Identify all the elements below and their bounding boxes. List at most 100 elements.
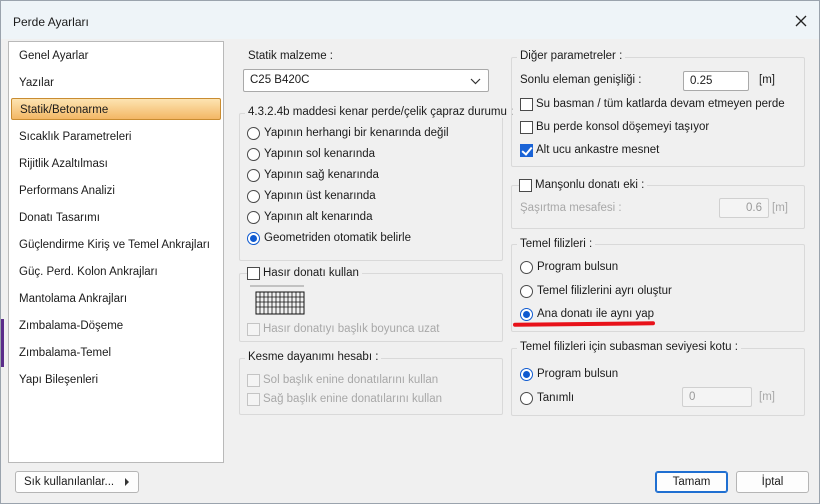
radio-label: Yapının alt kenarında <box>264 211 373 223</box>
sasirtma-input[interactable]: 0.6 <box>719 198 769 218</box>
radio-indicator <box>520 260 533 274</box>
sonlu-eleman-input[interactable]: 0.25 <box>683 71 749 91</box>
window-title: Perde Ayarları <box>13 15 89 29</box>
checkbox-label: Hasır donatı kullan <box>263 267 359 279</box>
radio-label: Yapının üst kenarında <box>264 190 376 202</box>
checkbox-label: Bu perde konsol döşemeyi taşıyor <box>536 121 710 133</box>
checkbox-indicator <box>247 266 260 280</box>
checkbox-indicator <box>520 120 533 134</box>
radio-indicator <box>247 168 260 182</box>
radio-sag-kenar[interactable]: Yapının sağ kenarında <box>247 166 379 184</box>
sasirtma-label: Şaşırtma mesafesi : <box>520 202 622 214</box>
sasirtma-unit: [m] <box>772 202 788 214</box>
cancel-button[interactable]: İptal <box>736 471 809 493</box>
checkbox-indicator <box>520 97 533 111</box>
hasir-uzat-checkbox[interactable]: Hasır donatıyı başlık boyunca uzat <box>247 320 439 338</box>
temel-filizleri-label: Temel filizleri : <box>517 238 596 250</box>
radio-filiz-ayri-olustur[interactable]: Temel filizlerini ayrı oluştur <box>520 282 672 300</box>
checkbox-label: Su basman / tüm katlarda devam etmeyen p… <box>536 98 785 110</box>
nav-item-sicaklik[interactable]: Sıcaklık Parametreleri <box>11 126 221 148</box>
subasman-label: Temel filizleri için subasman seviyesi k… <box>517 341 741 353</box>
background-app-edge <box>1 319 4 367</box>
radio-label: Program bulsun <box>537 261 619 273</box>
radio-indicator <box>247 147 260 161</box>
nav-item-statik-betonarme[interactable]: Statik/Betonarme <box>11 98 221 120</box>
checkbox-label: Sol başlık enine donatılarını kullan <box>263 374 439 386</box>
nav-item-zimbalama-doseme[interactable]: Zımbalama-Döşeme <box>11 315 221 337</box>
chevron-down-icon <box>470 72 481 98</box>
subasman-unit: [m] <box>759 391 775 403</box>
checkbox-label: Alt ucu ankastre mesnet <box>536 144 660 156</box>
konsol-doseme-checkbox[interactable]: Bu perde konsol döşemeyi taşıyor <box>520 118 709 136</box>
close-icon <box>795 15 807 27</box>
checkbox-indicator <box>519 178 532 192</box>
checkbox-label: Manşonlu donatı eki : <box>535 179 645 191</box>
radio-indicator <box>520 284 533 298</box>
manson-checkbox[interactable]: Manşonlu donatı eki : <box>519 176 648 194</box>
checkbox-indicator <box>247 373 260 387</box>
frequent-settings-button[interactable]: Sık kullanılanlar... <box>15 471 139 493</box>
radio-indicator <box>247 210 260 224</box>
radio-filiz-ana-donati[interactable]: Ana donatı ile aynı yap <box>520 305 654 323</box>
radio-label: Program bulsun <box>537 368 619 380</box>
radio-subasman-program-bulsun[interactable]: Program bulsun <box>520 365 618 383</box>
sol-baslik-checkbox[interactable]: Sol başlık enine donatılarını kullan <box>247 371 438 389</box>
perde-durumu-label: 4.3.2.4b maddesi kenar perde/çelik çapra… <box>245 106 517 118</box>
statik-malzeme-value: C25 B420C <box>250 74 310 86</box>
radio-indicator <box>247 189 260 203</box>
sonlu-eleman-label: Sonlu eleman genişliği : <box>520 74 642 86</box>
kesme-label: Kesme dayanımı hesabı : <box>245 351 382 363</box>
radio-label: Yapının sol kenarında <box>264 148 376 160</box>
radio-indicator <box>520 307 533 321</box>
checkbox-label: Sağ başlık enine donatılarını kullan <box>263 393 443 405</box>
su-basman-checkbox[interactable]: Su basman / tüm katlarda devam etmeyen p… <box>520 95 785 113</box>
radio-label: Ana donatı ile aynı yap <box>537 308 654 320</box>
nav-item-donati-tasarimi[interactable]: Donatı Tasarımı <box>11 207 221 229</box>
radio-herhangi-kenar[interactable]: Yapının herhangi bir kenarında değil <box>247 124 449 142</box>
radio-indicator <box>520 367 533 381</box>
radio-indicator <box>247 126 260 140</box>
checkbox-indicator <box>247 392 260 406</box>
checkbox-indicator <box>520 143 533 157</box>
radio-label: Temel filizlerini ayrı oluştur <box>537 285 672 297</box>
radio-sol-kenar[interactable]: Yapının sol kenarında <box>247 145 375 163</box>
nav-item-mantolama[interactable]: Mantolama Ankrajları <box>11 288 221 310</box>
close-button[interactable] <box>789 9 813 33</box>
nav-item-guc-perde-kolon[interactable]: Güç. Perd. Kolon Ankrajları <box>11 261 221 283</box>
checkbox-indicator <box>247 322 260 336</box>
caret-right-icon <box>124 472 130 499</box>
statik-malzeme-select[interactable]: C25 B420C <box>243 69 489 92</box>
checkbox-label: Hasır donatıyı başlık boyunca uzat <box>263 323 440 335</box>
statik-malzeme-label: Statik malzeme : <box>248 50 333 62</box>
sag-baslik-checkbox[interactable]: Sağ başlık enine donatılarını kullan <box>247 390 442 408</box>
frequent-settings-label: Sık kullanılanlar... <box>24 476 115 488</box>
title-bar: Perde Ayarları <box>1 1 819 39</box>
radio-label: Yapının herhangi bir kenarında değil <box>264 127 449 139</box>
nav-item-yapi-bilesenleri[interactable]: Yapı Bileşenleri <box>11 369 221 391</box>
hasir-checkbox[interactable]: Hasır donatı kullan <box>247 264 362 282</box>
radio-indicator <box>520 391 533 405</box>
ok-button[interactable]: Tamam <box>655 471 728 493</box>
nav-item-zimbalama-temel[interactable]: Zımbalama-Temel <box>11 342 221 364</box>
category-list: Genel Ayarlar Yazılar Statik/Betonarme S… <box>8 41 224 463</box>
radio-label: Tanımlı <box>537 392 575 404</box>
radio-indicator <box>247 231 260 245</box>
nav-item-performans[interactable]: Performans Analizi <box>11 180 221 202</box>
subasman-input[interactable]: 0 <box>682 387 752 407</box>
radio-label: Yapının sağ kenarında <box>264 169 379 181</box>
radio-ust-kenar[interactable]: Yapının üst kenarında <box>247 187 376 205</box>
radio-label: Geometriden otomatik belirle <box>264 232 412 244</box>
sonlu-eleman-unit: [m] <box>759 74 775 86</box>
radio-geometriden[interactable]: Geometriden otomatik belirle <box>247 229 411 247</box>
hasir-mesh-icon <box>250 285 305 315</box>
radio-subasman-tanimli[interactable]: Tanımlı <box>520 389 574 407</box>
alt-ucu-ankastre-checkbox[interactable]: Alt ucu ankastre mesnet <box>520 141 659 159</box>
settings-dialog: Perde Ayarları Genel Ayarlar Yazılar Sta… <box>0 0 820 504</box>
radio-filiz-program-bulsun[interactable]: Program bulsun <box>520 258 618 276</box>
nav-item-rijitlik[interactable]: Rijitlik Azaltılması <box>11 153 221 175</box>
diger-parametreler-label: Diğer parametreler : <box>517 50 626 62</box>
nav-item-genel-ayarlar[interactable]: Genel Ayarlar <box>11 45 221 67</box>
nav-item-yazilar[interactable]: Yazılar <box>11 72 221 94</box>
radio-alt-kenar[interactable]: Yapının alt kenarında <box>247 208 372 226</box>
nav-item-guclendirme[interactable]: Güçlendirme Kiriş ve Temel Ankrajları <box>11 234 221 256</box>
